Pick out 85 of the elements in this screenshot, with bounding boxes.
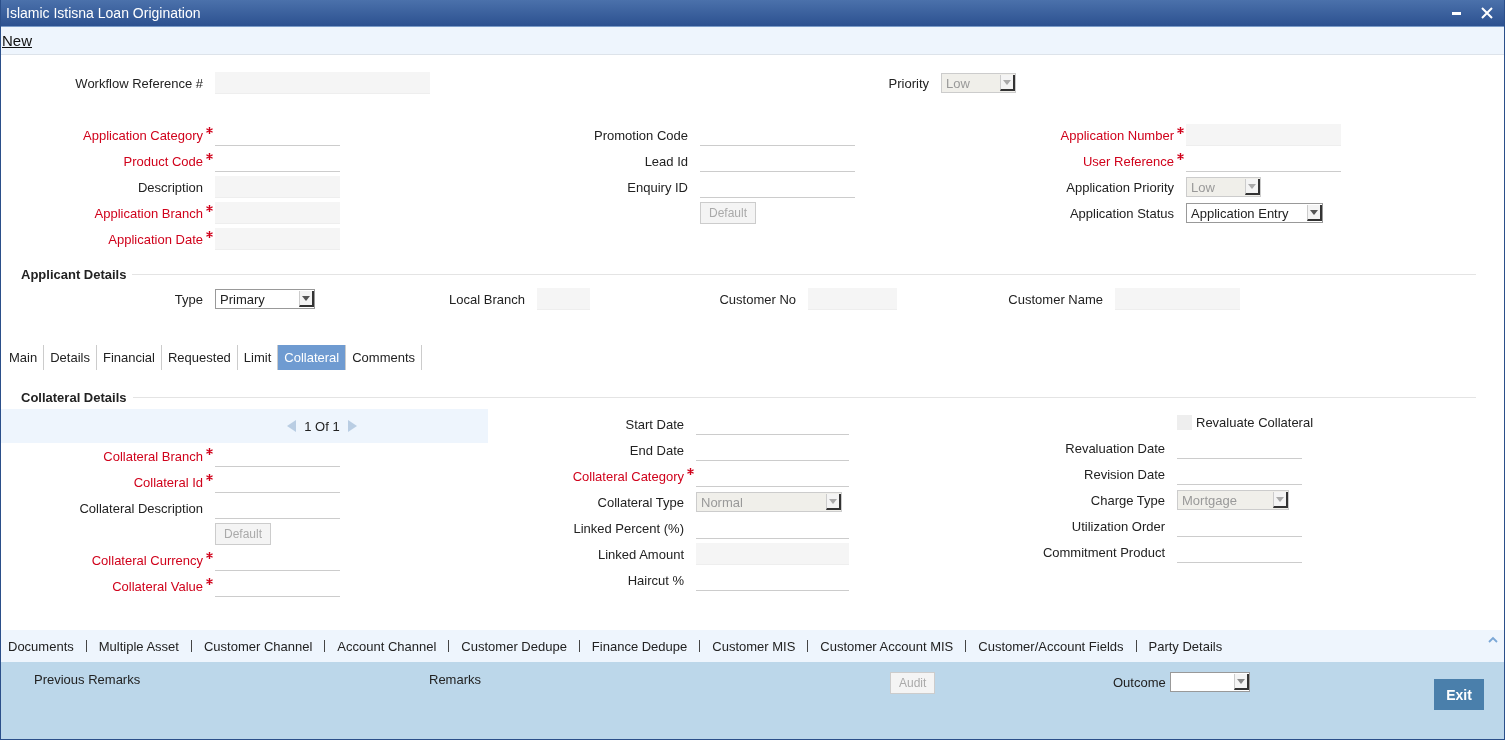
field-label: Application Category: [83, 127, 203, 143]
field-label: Haircut %: [627, 572, 684, 588]
field-label: Revision Date: [1084, 466, 1165, 482]
required-icon: [205, 231, 213, 238]
required-icon: [205, 474, 213, 481]
field-label: Application Branch: [94, 205, 203, 221]
field-label: Lead Id: [644, 153, 688, 169]
field-label: Linked Amount: [598, 546, 684, 562]
required-icon: [205, 552, 213, 559]
dropdown[interactable]: Application Entry: [1186, 203, 1323, 223]
nav-link[interactable]: Customer Dedupe: [461, 638, 567, 654]
dropdown[interactable]: Primary: [215, 289, 315, 309]
caret-icon: [1276, 496, 1284, 502]
required-icon: [1176, 153, 1184, 160]
nav-link[interactable]: Customer MIS: [712, 638, 796, 654]
caret-icon: [1310, 209, 1318, 215]
previous-icon[interactable]: [287, 420, 298, 432]
field-label: Priority: [888, 75, 929, 91]
caret-icon: [302, 295, 310, 301]
field-label: Charge Type: [1090, 492, 1165, 508]
nav-link[interactable]: Party Details: [1148, 638, 1223, 654]
nav-link[interactable]: Documents: [8, 638, 74, 654]
new-link[interactable]: New: [1, 32, 32, 49]
caret-icon: [1248, 183, 1256, 189]
exit-button[interactable]: Exit: [1434, 679, 1484, 710]
nav-link[interactable]: Multiple Asset: [98, 638, 179, 654]
next-icon[interactable]: [346, 420, 357, 432]
field-label: Application Number: [1060, 127, 1174, 143]
outcome-label: Outcome: [1113, 674, 1166, 690]
field-label: Enquiry ID: [627, 179, 688, 195]
field-label: Application Priority: [1066, 179, 1174, 195]
field-label: Start Date: [625, 416, 684, 432]
tab[interactable]: Details: [44, 345, 97, 370]
outcome-dropdown[interactable]: [1169, 672, 1250, 692]
page-counter: 1 Of 1: [304, 418, 340, 434]
field-label: Promotion Code: [594, 127, 688, 143]
section-title: Collateral Details: [21, 389, 127, 405]
field-label: Application Date: [108, 231, 203, 247]
field-label: Collateral Category: [572, 468, 684, 484]
field-label: Collateral Description: [79, 500, 203, 516]
field-label: Collateral Id: [133, 474, 203, 490]
field-label: Workflow Reference #: [75, 75, 203, 91]
caret-icon: [1236, 678, 1245, 684]
remarks-label: Remarks: [429, 672, 482, 687]
caret-icon: [1003, 79, 1011, 85]
window-title: Islamic Istisna Loan Origination: [6, 5, 202, 21]
checkbox-label: Revaluate Collateral: [1196, 414, 1314, 430]
required-icon: [205, 205, 213, 212]
collapse-icon[interactable]: [1488, 636, 1498, 643]
field-label: User Reference: [1082, 153, 1174, 169]
nav-link[interactable]: Finance Dedupe: [591, 638, 688, 654]
required-icon: [205, 448, 213, 455]
required-icon: [205, 153, 213, 160]
required-icon: [205, 127, 213, 134]
field-label: Collateral Type: [597, 494, 684, 510]
field-label: Collateral Value: [112, 578, 203, 594]
field-label: End Date: [629, 442, 684, 458]
field-label: Linked Percent (%): [573, 520, 684, 536]
nav-link[interactable]: Customer Account MIS: [820, 638, 954, 654]
tab[interactable]: Comments: [346, 345, 423, 370]
tab[interactable]: Financial: [96, 345, 162, 370]
field-label: Utilization Order: [1071, 518, 1165, 534]
field-label: Collateral Branch: [103, 448, 203, 464]
nav-link[interactable]: Account Channel: [337, 638, 437, 654]
field-label: Customer Name: [1008, 291, 1103, 307]
nav-link[interactable]: Customer Channel: [203, 638, 313, 654]
section-title: Applicant Details: [21, 266, 127, 282]
required-icon: [686, 468, 694, 475]
field-label: Product Code: [123, 153, 203, 169]
field-label: Collateral Currency: [91, 552, 203, 568]
caret-icon: [829, 498, 837, 504]
field-label: Description: [137, 179, 203, 195]
field-label: Commitment Product: [1042, 544, 1165, 560]
field-label: Customer No: [719, 291, 796, 307]
required-icon: [205, 578, 213, 585]
field-label: Application Status: [1069, 205, 1174, 221]
field-label: Local Branch: [449, 291, 525, 307]
close-icon[interactable]: [1480, 6, 1494, 20]
tab[interactable]: Requested: [161, 345, 238, 370]
tab[interactable]: Main: [3, 345, 45, 370]
nav-link[interactable]: Customer/Account Fields: [978, 638, 1124, 654]
previous-remarks-label: Previous Remarks: [34, 672, 142, 687]
field-label: Revaluation Date: [1065, 440, 1165, 456]
required-icon: [1176, 127, 1184, 134]
field-label: Type: [174, 291, 203, 307]
